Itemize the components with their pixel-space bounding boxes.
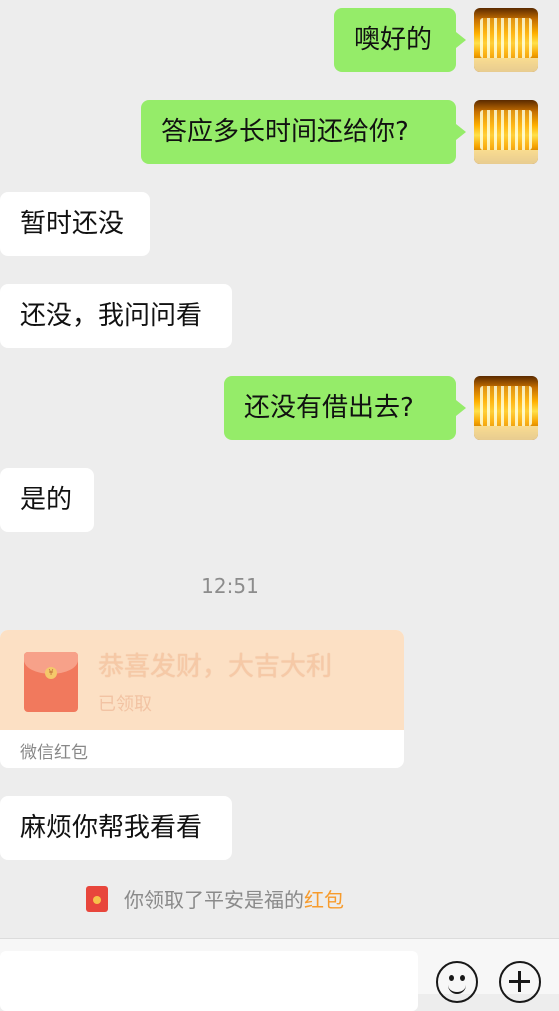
chat-bubble-incoming[interactable]: 是的 [0,468,94,532]
message-text: 还没，我问问看 [20,301,203,331]
message-text: 答应多长时间还给你? [161,117,409,147]
red-packet-link[interactable]: 红包 [304,884,344,913]
avatar[interactable] [474,100,538,164]
chat-bubble-incoming[interactable]: 麻烦你帮我看看 [0,796,232,860]
red-packet-card[interactable]: ¥ 恭喜发财，大吉大利 已领取 微信红包 [0,630,404,768]
message-input[interactable] [0,951,418,1011]
message-text: 噢好的 [354,25,433,55]
chat-bubble-incoming[interactable]: 暂时还没 [0,192,150,256]
input-bar [0,938,559,1011]
emoji-icon[interactable] [436,961,478,1003]
chat-bubble-outgoing[interactable]: 答应多长时间还给你? [141,100,466,164]
system-notice: 你领取了平安是福的 红包 [86,884,344,913]
message-timestamp: 12:51 [201,574,259,598]
red-packet-header: ¥ 恭喜发财，大吉大利 已领取 [0,630,404,730]
red-packet-label: 微信红包 [20,743,88,763]
message-text: 是的 [20,485,73,515]
chat-bubble-outgoing[interactable]: 噢好的 [334,8,466,72]
plus-icon[interactable] [499,961,541,1003]
avatar[interactable] [474,376,538,440]
chat-bubble-incoming[interactable]: 还没，我问问看 [0,284,232,348]
coin-icon: ¥ [45,667,57,679]
message-text: 暂时还没 [20,209,125,239]
message-text: 还没有借出去? [244,393,414,423]
red-packet-status: 已领取 [98,694,152,715]
message-text: 麻烦你帮我看看 [20,813,203,843]
red-packet-icon: ¥ [24,652,78,712]
red-packet-small-icon [86,885,108,912]
system-notice-text: 你领取了平安是福的 [124,888,304,912]
chat-bubble-outgoing[interactable]: 还没有借出去? [224,376,466,440]
red-packet-title: 恭喜发财，大吉大利 [98,652,333,682]
avatar[interactable] [474,8,538,72]
